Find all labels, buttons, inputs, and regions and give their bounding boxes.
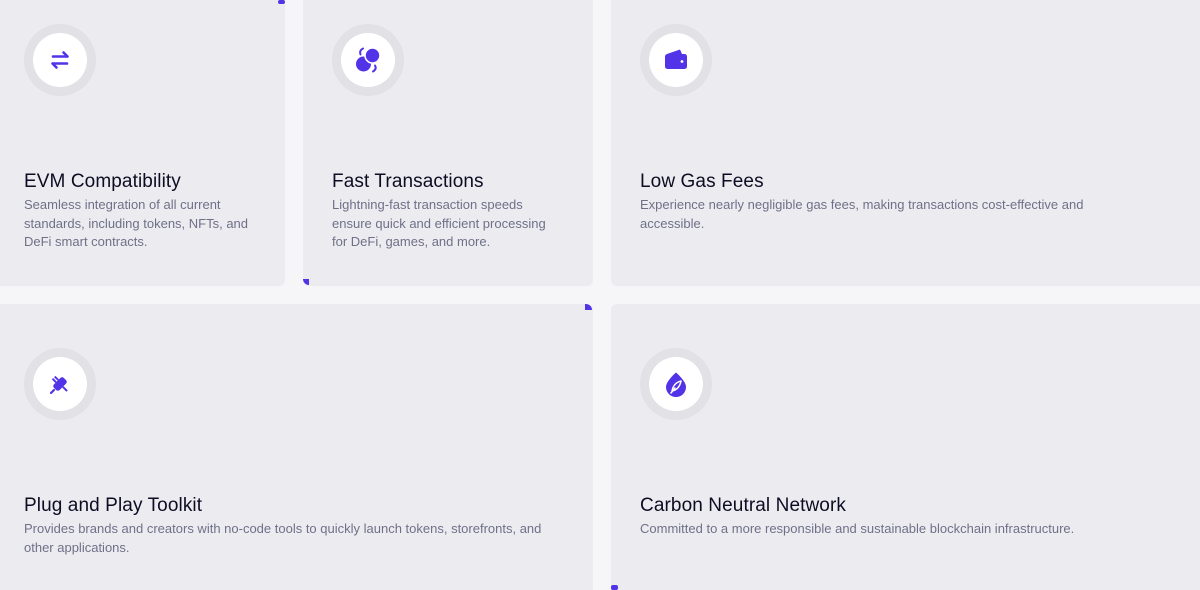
feature-description: Provides brands and creators with no-cod… [24,521,542,555]
accent-corner-marker [611,585,618,590]
feature-title: EVM Compatibility [24,171,181,192]
feature-icon-ring [24,348,96,420]
wallet-icon [665,49,687,69]
feature-icon-ring [640,24,712,96]
feature-description: Committed to a more responsible and sust… [640,521,1075,536]
leaf-drop-icon [666,372,686,397]
feature-icon-ring [332,24,404,96]
feature-description: Seamless integration of all current stan… [24,197,249,249]
accent-corner-marker [278,0,285,4]
feature-title: Plug and Play Toolkit [24,495,203,516]
feature-title: Fast Transactions [332,171,484,192]
feature-icon-ring [24,24,96,96]
feature-card-plug-and-play-toolkit: Plug and Play Toolkit Provides brands an… [0,304,593,590]
plug-icon [49,375,68,395]
feature-card-evm-compatibility: EVM Compatibility Seamless integration o… [0,0,285,286]
feature-card-low-gas-fees: Low Gas Fees Experience nearly negligibl… [611,0,1200,286]
feature-title: Low Gas Fees [640,171,764,192]
swap-arrows-icon [51,51,69,69]
feature-description: Lightning-fast transaction speeds ensure… [332,197,546,249]
feature-description: Experience nearly negligible gas fees, m… [640,197,1084,231]
features-grid: EVM Compatibility Seamless integration o… [0,0,1200,590]
feature-icon-ring [640,348,712,420]
circles-exchange-icon [356,47,381,73]
feature-title: Carbon Neutral Network [640,495,847,516]
feature-card-carbon-neutral-network: Carbon Neutral Network Committed to a mo… [611,304,1200,590]
feature-card-fast-transactions: Fast Transactions Lightning-fast transac… [303,0,593,286]
